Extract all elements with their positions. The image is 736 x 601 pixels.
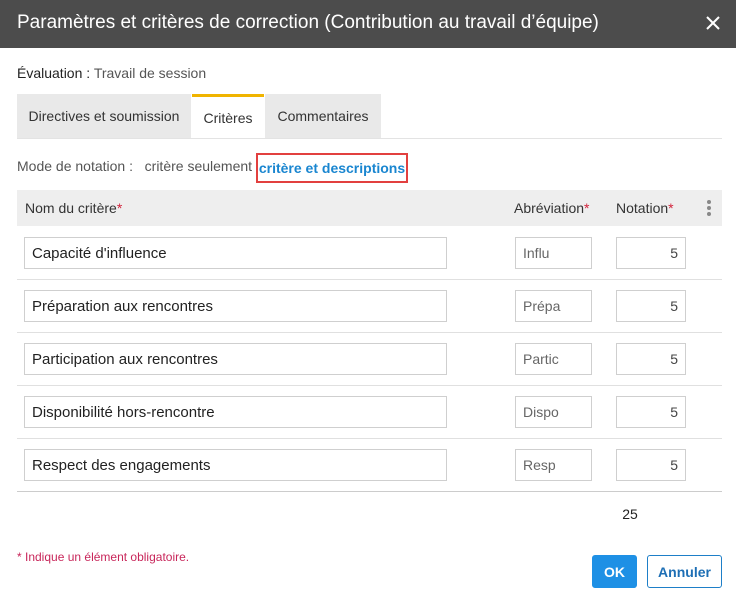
- criterion-abbr-input[interactable]: [515, 343, 592, 375]
- score-total: 25: [622, 506, 638, 522]
- evaluation-label: Évaluation :: [17, 65, 91, 81]
- tab-criteres[interactable]: Critères: [192, 94, 264, 138]
- grading-mode-plain-option[interactable]: critère seulement: [145, 158, 252, 174]
- criterion-score-input[interactable]: [616, 396, 686, 428]
- criterion-abbr-input[interactable]: [515, 290, 592, 322]
- tab-divider: [17, 138, 722, 139]
- grading-mode-descriptions-link[interactable]: critère et descriptions: [256, 153, 408, 183]
- close-icon[interactable]: [702, 12, 724, 34]
- criterion-name-input[interactable]: [24, 396, 447, 428]
- header-criterion-name: Nom du critère*: [25, 200, 123, 216]
- dialog-titlebar: Paramètres et critères de correction (Co…: [0, 0, 736, 48]
- criterion-score-input[interactable]: [616, 290, 686, 322]
- table-row: [17, 333, 722, 386]
- tab-commentaires[interactable]: Commentaires: [265, 94, 381, 138]
- dialog-title: Paramètres et critères de correction (Co…: [17, 12, 599, 33]
- criteria-dialog: Paramètres et critères de correction (Co…: [0, 0, 736, 601]
- grading-mode-label: Mode de notation :: [17, 158, 133, 174]
- tab-directives-label: Directives et soumission: [28, 108, 180, 124]
- criterion-abbr-input[interactable]: [515, 449, 592, 481]
- evaluation-value: Travail de session: [93, 65, 207, 81]
- header-score: Notation*: [616, 200, 674, 216]
- ok-button[interactable]: OK: [592, 555, 637, 588]
- cancel-button[interactable]: Annuler: [647, 555, 722, 588]
- table-row: [17, 227, 722, 280]
- table-row: [17, 280, 722, 333]
- criterion-score-input[interactable]: [616, 449, 686, 481]
- header-abbreviation: Abréviation*: [514, 200, 590, 216]
- criterion-name-input[interactable]: [24, 290, 447, 322]
- criterion-abbr-input[interactable]: [515, 237, 592, 269]
- evaluation-row: Évaluation : Travail de session: [17, 65, 206, 81]
- total-divider: [17, 491, 722, 492]
- table-row: [17, 439, 722, 492]
- grading-mode-row: Mode de notation : critère seulement: [17, 158, 252, 174]
- criterion-abbr-input[interactable]: [515, 396, 592, 428]
- criteria-table-header: Nom du critère* Abréviation* Notation*: [17, 190, 722, 226]
- criterion-name-input[interactable]: [24, 237, 447, 269]
- required-note: * Indique un élément obligatoire.: [17, 550, 190, 564]
- criterion-name-input[interactable]: [24, 343, 447, 375]
- tab-criteres-label: Critères: [203, 109, 253, 126]
- tab-directives[interactable]: Directives et soumission: [17, 94, 191, 138]
- tab-commentaires-label: Commentaires: [277, 108, 369, 124]
- criterion-score-input[interactable]: [616, 343, 686, 375]
- more-options-icon[interactable]: [704, 198, 714, 218]
- criterion-score-input[interactable]: [616, 237, 686, 269]
- table-row: [17, 386, 722, 439]
- criterion-name-input[interactable]: [24, 449, 447, 481]
